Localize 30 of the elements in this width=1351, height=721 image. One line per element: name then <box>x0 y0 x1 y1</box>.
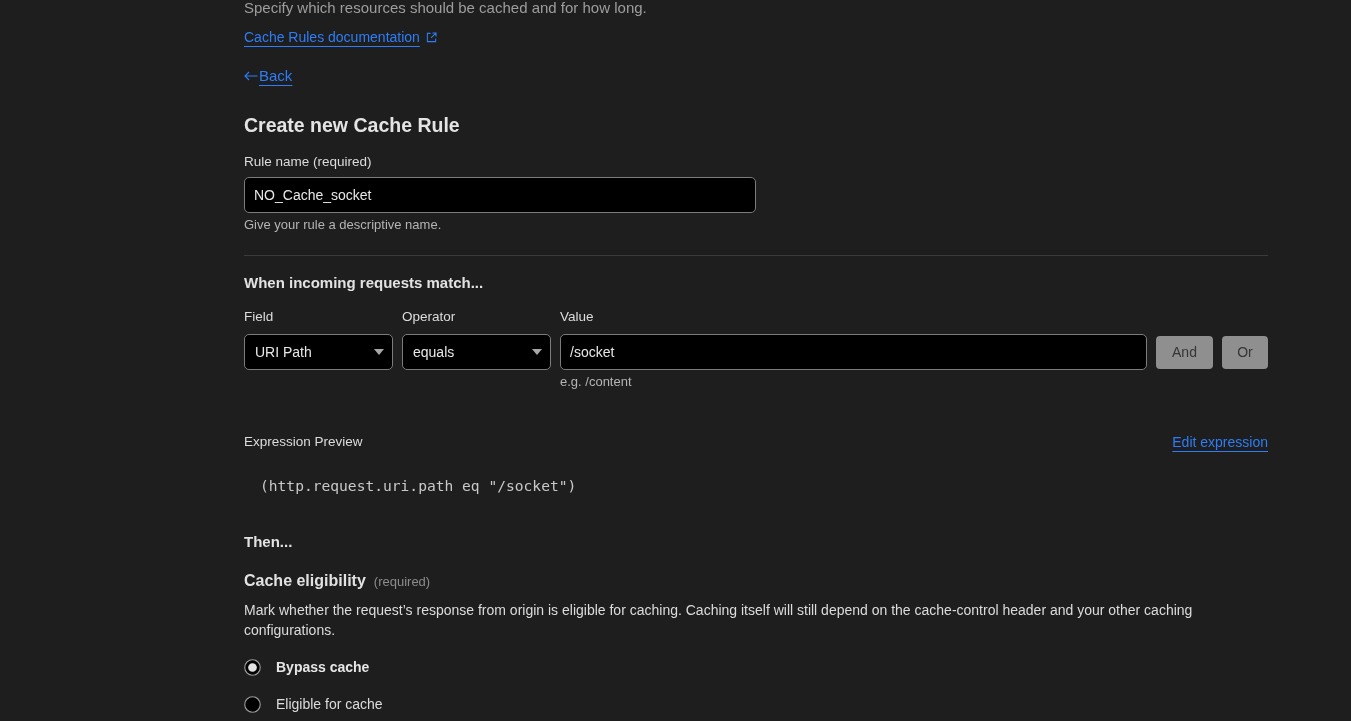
radio-label[interactable]: Eligible for cache <box>276 696 383 712</box>
section-heading: Then... <box>244 533 293 551</box>
section-description: Specify which resources should be cached and for how long. <box>244 0 647 16</box>
field-label: Field <box>244 309 275 325</box>
documentation-link[interactable]: Cache Rules documentation <box>244 28 437 46</box>
expression-code: (http.request.uri.path eq "/socket") <box>259 477 577 495</box>
setting-description: Mark whether the request’s response from origin is eligible for caching. Caching itself will still depend on the cache-control header and your other caching configurations. <box>244 601 1194 640</box>
rule-name-field[interactable]: NO_Cache_socket <box>244 177 756 213</box>
caret-icon <box>374 349 384 355</box>
field-dropdown[interactable]: URI Path <box>244 334 393 370</box>
radio-label[interactable]: Bypass cache <box>276 659 370 675</box>
edit-expression-link[interactable]: Edit expression <box>1172 434 1268 450</box>
operator-dropdown[interactable]: equals <box>402 334 551 370</box>
required-note: (required) <box>373 574 431 589</box>
external-link-icon <box>425 31 437 43</box>
form-title: Create new Cache Rule <box>244 113 460 137</box>
field-label: Value <box>560 309 595 325</box>
radio-button[interactable] <box>244 658 261 676</box>
back-arrow-icon <box>244 71 258 81</box>
value-field[interactable]: /socket <box>560 334 1147 370</box>
field-hint: Give your rule a descriptive name. <box>244 217 442 233</box>
back-link[interactable]: Back <box>244 67 293 85</box>
radio-button[interactable] <box>244 695 261 713</box>
field-label: Rule name (required) <box>244 154 372 170</box>
section-heading: When incoming requests match... <box>244 274 484 292</box>
field-hint: e.g. /content <box>560 374 633 390</box>
caret-icon <box>532 349 542 355</box>
field-label: Operator <box>402 309 457 325</box>
setting-title: Cache eligibility <box>244 571 366 591</box>
preview-label: Expression Preview <box>244 434 363 450</box>
